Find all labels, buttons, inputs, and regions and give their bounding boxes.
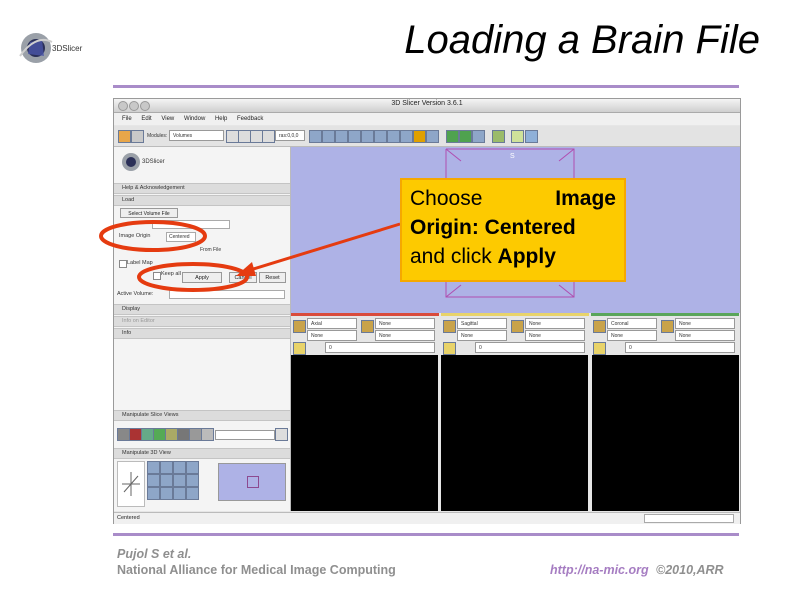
callout-image: Image	[555, 187, 616, 210]
instruction-callout: Choose Image Origin: Centered and click A…	[400, 178, 626, 282]
footer-url: http://na-mic.org	[550, 563, 649, 577]
callout-line-2: Origin: Centered	[410, 216, 576, 239]
footer-organization: National Alliance for Medical Image Comp…	[117, 563, 396, 577]
annotation-overlay	[99, 220, 401, 292]
callout-choose: Choose	[410, 187, 483, 210]
footer-author: Pujol S et al.	[117, 547, 192, 561]
footer-copyright: ©2010,ARR	[656, 563, 724, 577]
callout-arrow	[249, 222, 401, 272]
callout-line-1: Choose Image	[410, 184, 616, 213]
bottom-divider	[113, 533, 739, 536]
callout-and-click: and click	[410, 245, 492, 268]
apply-highlight	[137, 262, 249, 292]
callout-line-3: and click Apply	[410, 242, 616, 271]
callout-apply: Apply	[497, 245, 556, 268]
image-origin-highlight	[99, 220, 207, 252]
